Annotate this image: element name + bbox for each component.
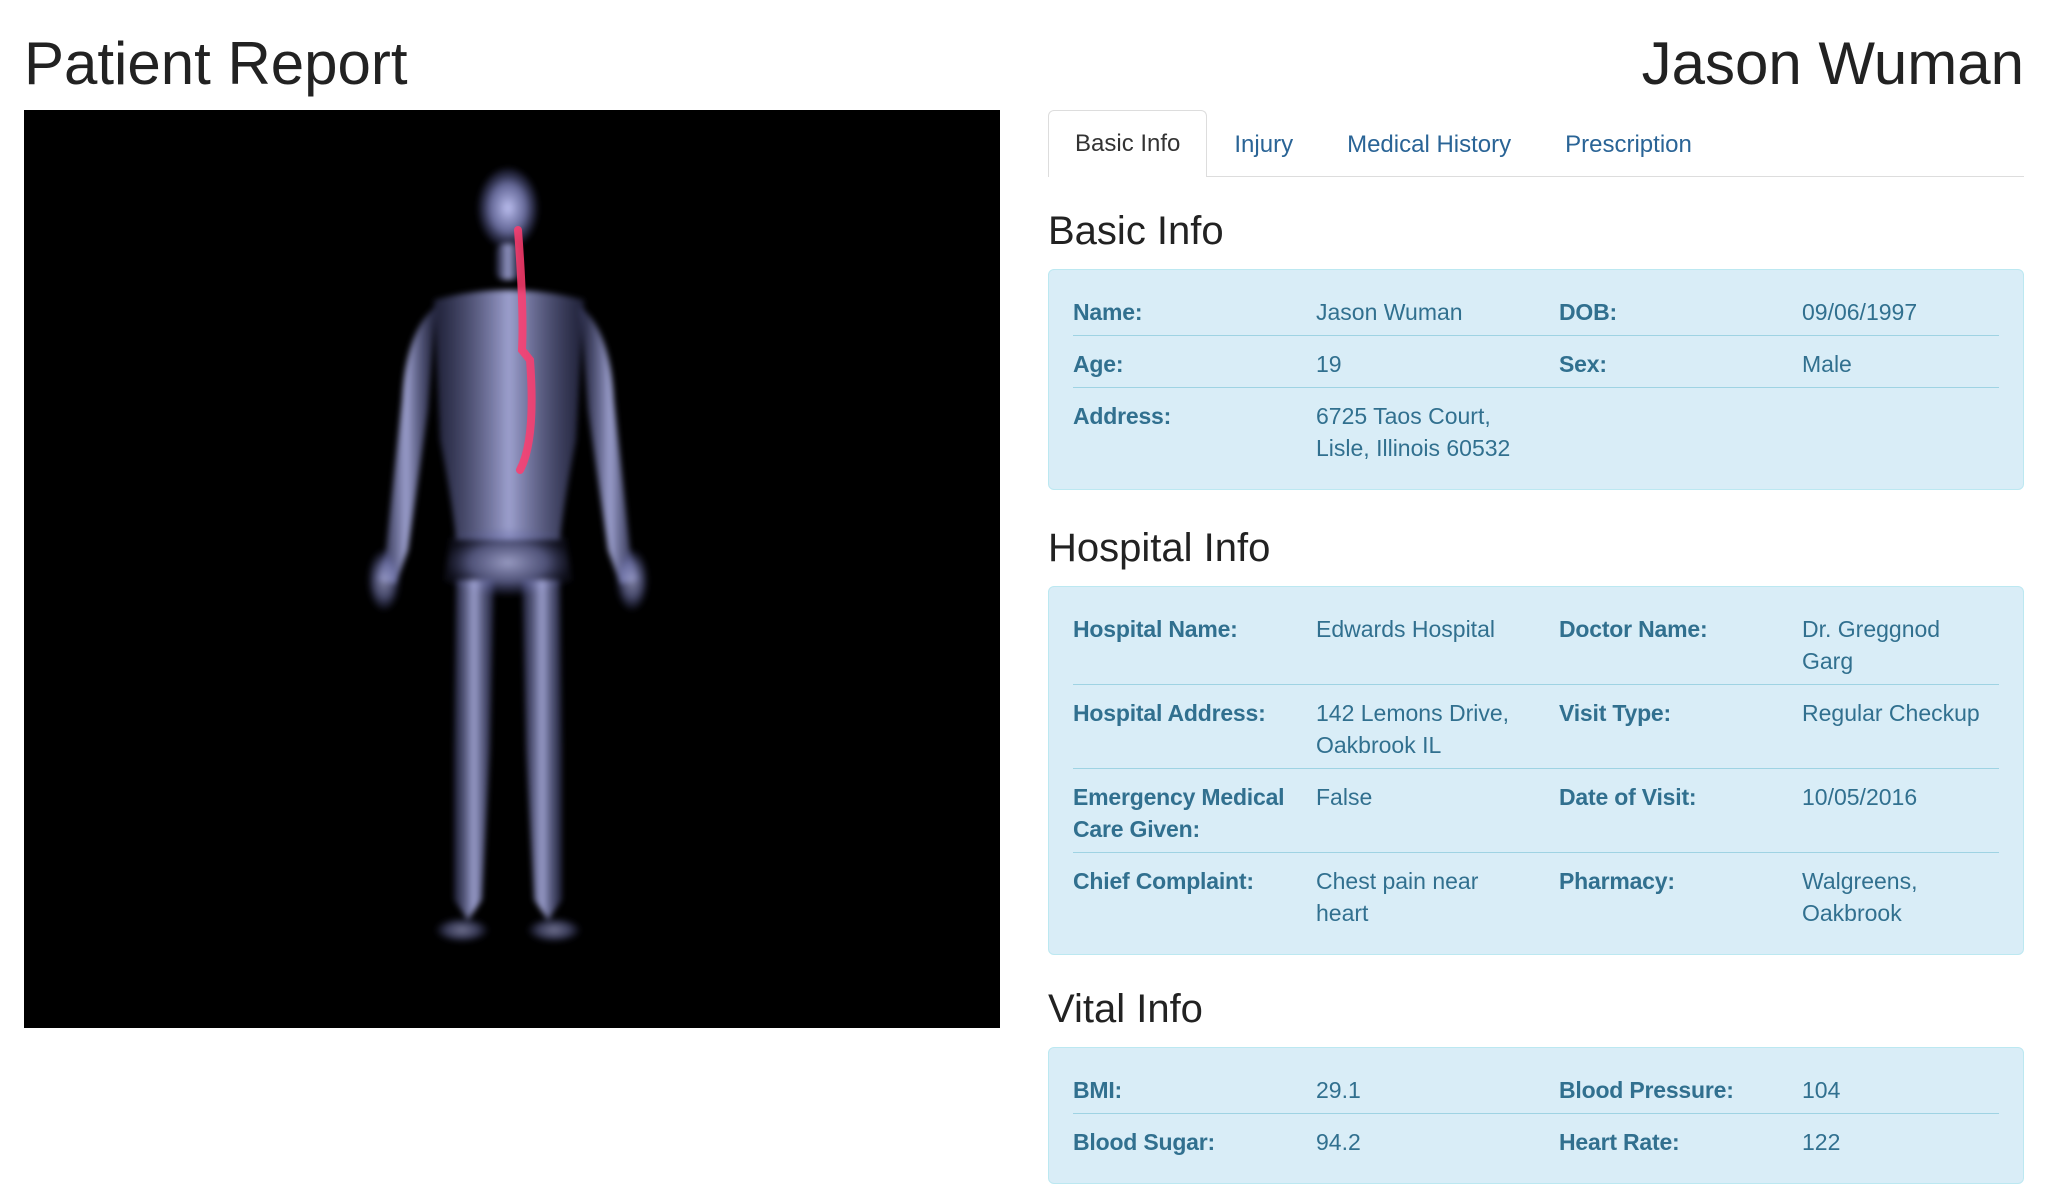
hospital-info-box: Hospital Name: Edwards Hospital Doctor N…: [1048, 586, 2024, 955]
skeleton-figure: [368, 168, 648, 942]
info-row: Blood Sugar: 94.2 Heart Rate: 122: [1073, 1114, 1999, 1165]
label: Doctor Name:: [1559, 616, 1708, 642]
info-row: Age: 19 Sex: Male: [1073, 336, 1999, 388]
hospital-info-heading: Hospital Info: [1048, 526, 1271, 570]
label: DOB:: [1559, 299, 1617, 325]
value: 6725 Taos Court, Lisle, Illinois 60532: [1316, 403, 1511, 461]
label: Blood Pressure:: [1559, 1077, 1734, 1103]
basic-info-box: Name: Jason Wuman DOB: 09/06/1997 Age: 1…: [1048, 269, 2024, 490]
info-row: Hospital Address: 142 Lemons Drive, Oakb…: [1073, 685, 1999, 769]
label: Blood Sugar:: [1073, 1129, 1215, 1155]
value: Dr. Greggnod Garg: [1802, 616, 1941, 674]
label: Sex:: [1559, 351, 1607, 377]
label: Hospital Name:: [1073, 616, 1238, 642]
report-tabs: Basic Info Injury Medical History Prescr…: [1048, 110, 2024, 177]
label: Emergency Medical Care Given:: [1073, 784, 1285, 842]
vital-info-heading: Vital Info: [1048, 987, 1203, 1031]
page-header: Patient Report Jason Wuman: [0, 0, 2048, 110]
value: Edwards Hospital: [1316, 616, 1495, 642]
value: False: [1316, 784, 1373, 810]
patient-report-panel: Basic Info Injury Medical History Prescr…: [1048, 110, 2024, 1184]
tab-basic-info[interactable]: Basic Info: [1048, 110, 1208, 177]
label: BMI:: [1073, 1077, 1123, 1103]
label: Hospital Address:: [1073, 700, 1266, 726]
vital-info-box: BMI: 29.1 Blood Pressure: 104 Blood Suga…: [1048, 1047, 2024, 1184]
value: Male: [1802, 351, 1852, 377]
value: 122: [1802, 1129, 1841, 1155]
patient-name-heading: Jason Wuman: [1641, 30, 2024, 97]
value: Regular Checkup: [1802, 700, 1980, 726]
info-row: Emergency Medical Care Given: False Date…: [1073, 769, 1999, 853]
value: 94.2: [1316, 1129, 1361, 1155]
label: Heart Rate:: [1559, 1129, 1680, 1155]
info-row: Address: 6725 Taos Court, Lisle, Illinoi…: [1073, 388, 1999, 471]
value: 09/06/1997: [1802, 299, 1918, 325]
label: Address:: [1073, 403, 1172, 429]
info-row: Name: Jason Wuman DOB: 09/06/1997: [1073, 284, 1999, 336]
label: Age:: [1073, 351, 1124, 377]
label: Pharmacy:: [1559, 868, 1675, 894]
xray-body-image: [24, 110, 1000, 1028]
label: Chief Complaint:: [1073, 868, 1254, 894]
info-row: Hospital Name: Edwards Hospital Doctor N…: [1073, 601, 1999, 685]
value: 142 Lemons Drive, Oakbrook IL: [1316, 700, 1510, 758]
value: Walgreens, Oakbrook: [1802, 868, 1918, 926]
label: Date of Visit:: [1559, 784, 1697, 810]
label: [1559, 400, 1802, 464]
info-row: Chief Complaint: Chest pain near heart P…: [1073, 853, 1999, 936]
value: [1802, 400, 2000, 464]
tab-prescription[interactable]: Prescription: [1538, 112, 1719, 176]
value: 104: [1802, 1077, 1841, 1103]
page-title: Patient Report: [24, 30, 408, 97]
tab-medical-history[interactable]: Medical History: [1320, 112, 1538, 176]
value: Chest pain near heart: [1316, 868, 1479, 926]
info-row: BMI: 29.1 Blood Pressure: 104: [1073, 1062, 1999, 1114]
label: Name:: [1073, 299, 1143, 325]
value: Jason Wuman: [1316, 299, 1463, 325]
value: 10/05/2016: [1802, 784, 1918, 810]
tab-injury[interactable]: Injury: [1207, 112, 1320, 176]
value: 29.1: [1316, 1077, 1361, 1103]
label: Visit Type:: [1559, 700, 1671, 726]
value: 19: [1316, 351, 1342, 377]
basic-info-heading: Basic Info: [1048, 209, 1224, 253]
